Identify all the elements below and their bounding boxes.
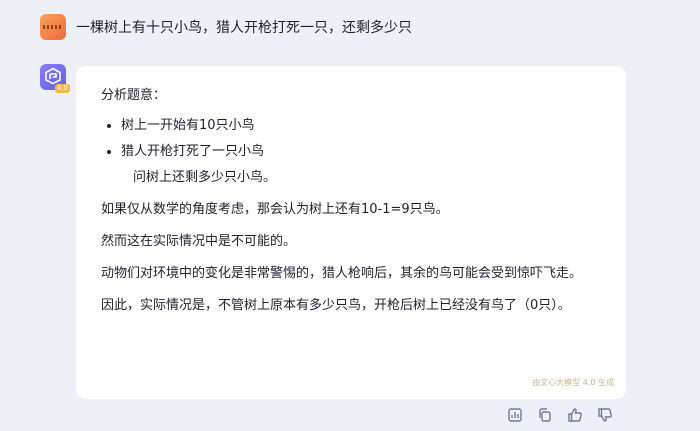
copy-icon xyxy=(539,408,551,422)
list-item: 猎人开枪打死了一只小鸟 xyxy=(121,140,602,164)
bot-avatar: 4.0 xyxy=(40,64,70,93)
answer-question: 问树上还剩多少只小鸟。 xyxy=(133,170,277,185)
answer-intro: 分析题意： xyxy=(101,88,167,103)
version-badge: 4.0 xyxy=(54,84,70,93)
list-item: 树上一开始有10只小鸟 xyxy=(121,114,602,138)
answer-action-bar xyxy=(505,405,615,425)
generated-by-watermark: 由文心大模型 4.0 生成 xyxy=(532,378,614,387)
bot-logo-icon xyxy=(45,67,61,85)
answer-paragraph: 如果仅从数学的角度考虑，那会认为树上还有10-1=9只鸟。 xyxy=(101,202,449,217)
user-message-row: 一棵树上有十只小鸟，猎人开枪打死一只，还剩多少只 xyxy=(40,14,412,40)
thumbs-down-button[interactable] xyxy=(595,405,615,425)
thumbs-down-icon xyxy=(598,408,612,422)
user-message-text: 一棵树上有十只小鸟，猎人开枪打死一只，还剩多少只 xyxy=(76,20,412,36)
answer-paragraph: 动物们对环境中的变化是非常警惕的，猎人枪响后，其余的鸟可能会受到惊吓飞走。 xyxy=(101,266,583,281)
copy-button[interactable] xyxy=(535,405,555,425)
answer-paragraph: 因此，实际情况是，不管树上原本有多少只鸟，开枪后树上已经没有鸟了（0只）。 xyxy=(101,298,571,313)
bot-answer-card: 分析题意： 树上一开始有10只小鸟 猎人开枪打死了一只小鸟 问树上还剩多少只小鸟… xyxy=(76,66,626,399)
answer-bullet-list: 树上一开始有10只小鸟 猎人开枪打死了一只小鸟 xyxy=(101,114,602,164)
thumbs-up-icon xyxy=(568,408,582,422)
thumbs-up-button[interactable] xyxy=(565,405,585,425)
answer-paragraph: 然而这在实际情况中是不可能的。 xyxy=(101,234,297,249)
chart-icon xyxy=(508,408,522,422)
chart-button[interactable] xyxy=(505,405,525,425)
user-avatar xyxy=(40,14,66,40)
